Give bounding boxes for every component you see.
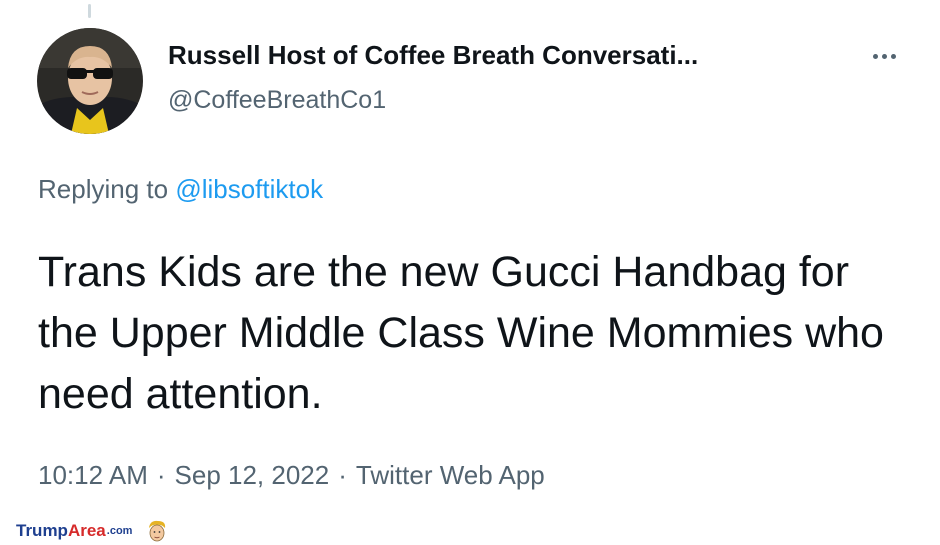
author-display-name[interactable]: Russell Host of Coffee Breath Conversati… [168,40,698,71]
watermark-text-trump: Trump [16,521,68,540]
watermark-text-area: Area [67,521,106,540]
replying-to-label: Replying to [38,174,169,204]
replying-to-mention-link[interactable]: @libsoftiktok [175,174,323,204]
author-handle[interactable]: @CoffeeBreathCo1 [168,86,386,115]
more-options-icon[interactable] [862,40,906,72]
avatar-photo [37,28,143,134]
thread-connector-line [88,4,91,18]
avatar[interactable] [37,28,143,134]
tweet-text: Trans Kids are the new Gucci Handbag for… [38,248,884,418]
watermark: Trump Area .com [16,519,168,543]
meta-separator: · [156,460,166,490]
watermark-text-com: .com [106,525,133,537]
meta-separator: · [338,460,347,490]
replying-to-line: Replying to @libsoftiktok [38,174,323,205]
watermark-face-icon [149,520,166,542]
tweet-time[interactable]: 10:12 AM [38,460,148,490]
tweet-source: Twitter Web App [355,460,545,490]
tweet-date[interactable]: Sep 12, 2022 [175,460,330,490]
tweet-metadata: 10:12 AM · Sep 12, 2022 · Twitter Web App [38,460,545,491]
